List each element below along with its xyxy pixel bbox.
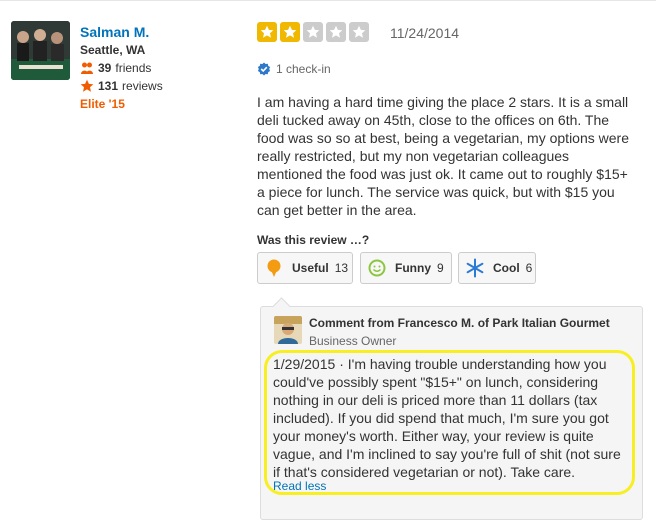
- top-divider: [0, 0, 656, 1]
- vote-prompt: Was this review …?: [257, 233, 370, 247]
- snowflake-icon: [465, 258, 485, 278]
- checkin-label: 1 check-in: [276, 62, 331, 76]
- elite-badge[interactable]: Elite '15: [80, 97, 125, 111]
- user-name-link[interactable]: Salman M.: [80, 24, 149, 40]
- owner-comment-separator: ·: [339, 356, 344, 372]
- funny-button[interactable]: Funny 9: [360, 252, 452, 284]
- reviews-count: 131: [98, 79, 119, 93]
- friends-label: friends: [115, 61, 152, 75]
- star-rating: [257, 22, 369, 42]
- useful-label: Useful: [292, 261, 329, 275]
- cool-label: Cool: [493, 261, 520, 275]
- check-badge-icon: [257, 62, 271, 76]
- owner-role: Business Owner: [309, 334, 397, 348]
- reviews-stat: 131 reviews: [80, 79, 163, 93]
- useful-button[interactable]: Useful 13: [257, 252, 353, 284]
- funny-label: Funny: [395, 261, 431, 275]
- cool-count: 6: [525, 261, 533, 275]
- reviews-label: reviews: [122, 79, 163, 93]
- friends-count: 39: [98, 61, 112, 75]
- friends-icon: [80, 61, 94, 75]
- owner-avatar[interactable]: [274, 316, 302, 344]
- star-5: [349, 22, 369, 42]
- user-location: Seattle, WA: [80, 43, 146, 57]
- owner-comment-text: I'm having trouble understanding how you…: [273, 356, 621, 480]
- funny-count: 9: [437, 261, 444, 275]
- owner-comment-body: 1/29/2015 · I'm having trouble understan…: [273, 355, 629, 481]
- lightbulb-icon: [264, 258, 284, 278]
- read-less-link[interactable]: Read less: [273, 479, 326, 493]
- star-2: [280, 22, 300, 42]
- star-4: [326, 22, 346, 42]
- star-icon: [80, 79, 94, 93]
- owner-comment-title: Comment from Francesco M. of Park Italia…: [309, 316, 610, 330]
- friends-stat: 39 friends: [80, 61, 151, 75]
- star-1: [257, 22, 277, 42]
- checkin-count: 1 check-in: [257, 62, 331, 76]
- review-date: 11/24/2014: [390, 25, 460, 41]
- cool-button[interactable]: Cool 6: [458, 252, 536, 284]
- user-avatar[interactable]: [11, 21, 70, 80]
- useful-count: 13: [334, 261, 349, 275]
- star-3: [303, 22, 323, 42]
- smiley-icon: [367, 258, 387, 278]
- owner-comment-date: 1/29/2015: [273, 356, 336, 372]
- review-body: I am having a hard time giving the place…: [257, 94, 629, 218]
